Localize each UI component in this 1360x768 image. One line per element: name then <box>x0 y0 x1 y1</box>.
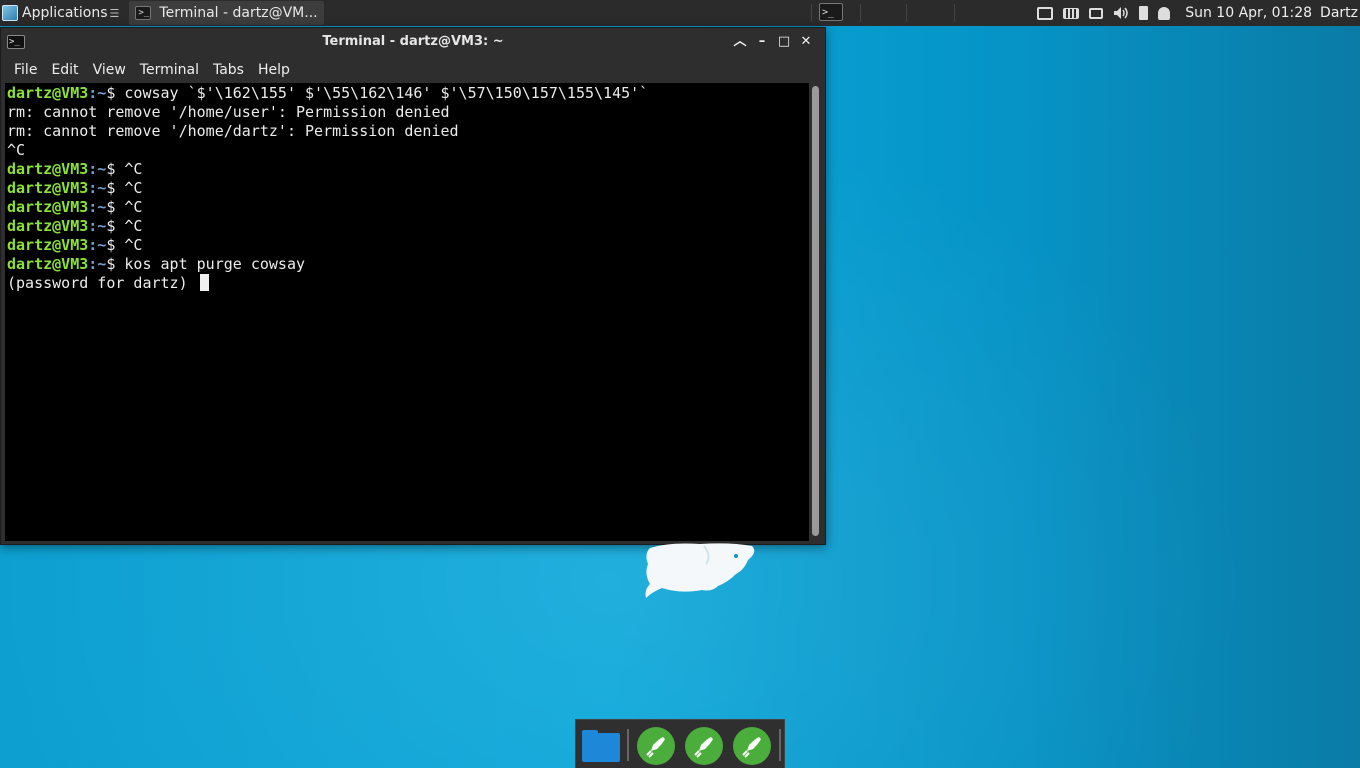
volume-icon[interactable] <box>1113 6 1129 20</box>
text-cursor <box>199 274 209 291</box>
prompt-path: :~ <box>88 217 107 235</box>
menu-help[interactable]: Help <box>251 62 297 78</box>
bottom-dock <box>575 719 785 768</box>
prompt-path: :~ <box>88 255 107 273</box>
applications-icon <box>2 5 18 21</box>
terminal-line: (password for dartz) <box>7 274 809 293</box>
applications-menu-button[interactable]: Applications ☰ <box>0 0 123 26</box>
maximize-button[interactable]: □ <box>773 34 795 50</box>
xfce-mouse-mascot <box>645 543 755 598</box>
dock-separator <box>779 729 781 761</box>
battery-icon[interactable] <box>1139 6 1149 20</box>
rocket-launcher-icon[interactable] <box>685 727 723 765</box>
keyboard-icon[interactable] <box>1063 7 1080 19</box>
taskbar-terminal-button[interactable]: >_ Terminal - dartz@VM... <box>129 1 324 25</box>
prompt-symbol: $ <box>106 160 125 178</box>
terminal-output[interactable]: dartz@VM3:~$ cowsay `$'\162\155' $'\55\1… <box>5 83 809 541</box>
folder-body <box>582 733 620 762</box>
minimize-button[interactable]: – <box>751 34 773 50</box>
terminal-scrollbar[interactable] <box>809 83 823 541</box>
terminal-text: ^C <box>124 217 143 235</box>
prompt-symbol: $ <box>106 198 125 216</box>
panel-separator <box>811 4 812 22</box>
folder-icon[interactable] <box>580 727 622 765</box>
dock-separator <box>627 729 629 761</box>
terminal-line: dartz@VM3:~$ ^C <box>7 236 809 255</box>
notification-bell-icon[interactable] <box>1158 6 1171 20</box>
panel-separator <box>860 4 861 22</box>
prompt-path: :~ <box>88 236 107 254</box>
terminal-text: ^C <box>7 141 26 159</box>
terminal-line: dartz@VM3:~$ ^C <box>7 198 809 217</box>
terminal-icon: >_ <box>819 3 843 21</box>
terminal-window: >_ Terminal - dartz@VM3: ~ ︿ – □ ✕ File … <box>0 27 826 545</box>
window-controls: ︿ – □ ✕ <box>729 34 817 50</box>
rocket-launcher-icon[interactable] <box>637 727 675 765</box>
terminal-line: dartz@VM3:~$ kos apt purge cowsay <box>7 255 809 274</box>
terminal-line: dartz@VM3:~$ cowsay `$'\162\155' $'\55\1… <box>7 84 809 103</box>
menu-view[interactable]: View <box>86 62 133 78</box>
prompt-symbol: $ <box>106 255 125 273</box>
prompt-symbol: $ <box>106 236 125 254</box>
terminal-menubar: File Edit View Terminal Tabs Help <box>1 57 825 83</box>
prompt-user: dartz@VM3 <box>7 236 89 254</box>
roll-up-icon[interactable]: ︿ <box>729 34 751 50</box>
rocket-launcher-icon[interactable] <box>733 727 771 765</box>
window-titlebar[interactable]: >_ Terminal - dartz@VM3: ~ ︿ – □ ✕ <box>1 28 825 57</box>
network-icon[interactable] <box>1037 6 1054 20</box>
terminal-line: dartz@VM3:~$ ^C <box>7 217 809 236</box>
system-tray: Sun 10 Apr, 01:28 Dartz <box>1032 0 1360 26</box>
menu-edit[interactable]: Edit <box>44 62 85 78</box>
terminal-text: ^C <box>124 236 143 254</box>
prompt-user: dartz@VM3 <box>7 255 89 273</box>
panel-separator <box>954 4 955 22</box>
prompt-path: :~ <box>88 160 107 178</box>
panel-separator <box>906 4 907 22</box>
scrollbar-thumb[interactable] <box>812 86 819 536</box>
terminal-text: kos apt purge cowsay <box>124 255 306 273</box>
menu-terminal[interactable]: Terminal <box>133 62 206 78</box>
clock[interactable]: Sun 10 Apr, 01:28 <box>1185 5 1312 21</box>
prompt-path: :~ <box>88 179 107 197</box>
terminal-line: ^C <box>7 141 809 160</box>
terminal-line: dartz@VM3:~$ ^C <box>7 179 809 198</box>
terminal-text: (password for dartz) <box>7 274 197 292</box>
prompt-user: dartz@VM3 <box>7 198 89 216</box>
prompt-symbol: $ <box>106 84 125 102</box>
prompt-path: :~ <box>88 84 107 102</box>
terminal-icon: >_ <box>135 6 152 20</box>
terminal-line: rm: cannot remove '/home/user': Permissi… <box>7 103 809 122</box>
top-panel: Applications ☰ >_ Terminal - dartz@VM...… <box>0 0 1360 26</box>
menu-file[interactable]: File <box>7 62 44 78</box>
prompt-user: dartz@VM3 <box>7 84 89 102</box>
prompt-user: dartz@VM3 <box>7 217 89 235</box>
display-icon[interactable] <box>1089 7 1104 19</box>
prompt-user: dartz@VM3 <box>7 179 89 197</box>
applications-label: Applications <box>22 5 108 21</box>
user-menu[interactable]: Dartz <box>1320 5 1358 21</box>
menu-tabs[interactable]: Tabs <box>206 62 251 78</box>
prompt-path: :~ <box>88 198 107 216</box>
prompt-symbol: $ <box>106 179 125 197</box>
terminal-text: ^C <box>124 198 143 216</box>
terminal-line: dartz@VM3:~$ ^C <box>7 160 809 179</box>
prompt-user: dartz@VM3 <box>7 160 89 178</box>
close-button[interactable]: ✕ <box>795 34 817 50</box>
terminal-text: ^C <box>124 179 143 197</box>
terminal-text: rm: cannot remove '/home/user': Permissi… <box>7 103 450 121</box>
prompt-symbol: $ <box>106 217 125 235</box>
window-title: Terminal - dartz@VM3: ~ <box>322 34 504 49</box>
taskbar-window-label: Terminal - dartz@VM... <box>159 5 318 21</box>
terminal-line: rm: cannot remove '/home/dartz': Permiss… <box>7 122 809 141</box>
terminal-text: cowsay `$'\162\155' $'\55\162\146' $'\57… <box>124 84 649 102</box>
terminal-text: ^C <box>124 160 143 178</box>
workspace-terminal-button[interactable]: >_ <box>817 1 845 23</box>
terminal-text: rm: cannot remove '/home/dartz': Permiss… <box>7 122 459 140</box>
menu-handle-icon: ☰ <box>109 6 120 20</box>
